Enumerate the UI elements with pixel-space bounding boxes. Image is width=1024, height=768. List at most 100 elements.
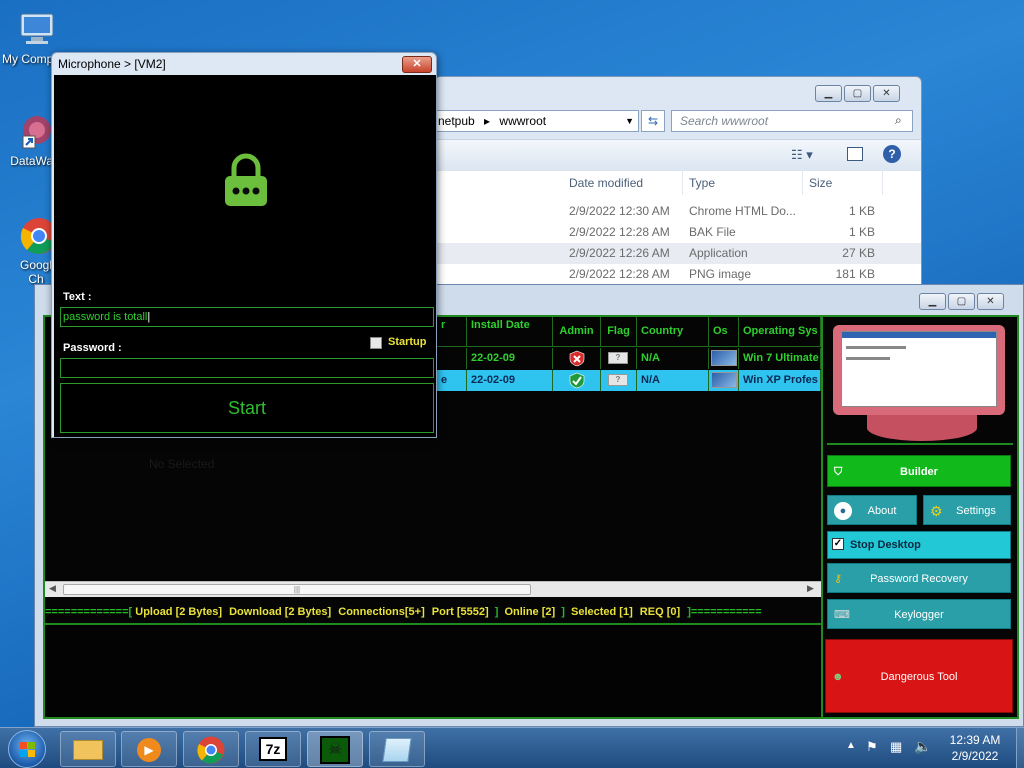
close-button[interactable]: ✕ — [402, 56, 432, 73]
chevron-down-icon[interactable]: ▼ — [625, 111, 634, 131]
network-icon[interactable]: ▦ — [890, 739, 902, 755]
column-header[interactable]: r — [437, 317, 467, 347]
file-type: BAK File — [689, 225, 736, 239]
button-label: Password Recovery — [870, 573, 968, 585]
button-label: Keylogger — [894, 609, 944, 621]
status-separator: =============[ — [45, 606, 133, 618]
startup-checkbox[interactable] — [370, 337, 382, 349]
search-icon[interactable]: ⌕ — [895, 113, 902, 128]
close-button[interactable]: ✕ — [977, 293, 1004, 310]
column-header[interactable]: Operating Sys — [739, 317, 821, 347]
column-header[interactable]: Country — [637, 317, 709, 347]
microphone-body: Text : password is totall| Startup Passw… — [54, 75, 436, 437]
file-size: 181 KB — [835, 267, 875, 281]
status-upload: Upload [2 Bytes] — [135, 606, 223, 618]
settings-button[interactable]: ⚙ Settings — [923, 495, 1011, 525]
maximize-button[interactable]: ▢ — [948, 293, 975, 310]
stop-desktop-checkbox[interactable]: ✓ Stop Desktop — [827, 531, 1011, 559]
row-cell — [437, 348, 467, 369]
clock[interactable]: 12:39 AM 2/9/2022 — [940, 733, 1010, 763]
file-row[interactable]: 2/9/2022 12:30 AM Chrome HTML Do... 1 KB — [435, 201, 921, 222]
flag-icon: ? — [601, 348, 637, 369]
status-bar: =============[ Upload [2 Bytes] Download… — [45, 603, 821, 621]
text-label: Text : — [63, 291, 92, 303]
refresh-icon[interactable]: ⇆ — [641, 110, 665, 132]
row-cell: e — [437, 370, 467, 391]
file-date: 2/9/2022 12:30 AM — [569, 204, 670, 218]
taskbar-7zip[interactable]: 7z — [245, 731, 301, 767]
start-button[interactable] — [8, 730, 46, 768]
button-label: Dangerous Tool — [880, 671, 958, 683]
desktop-icon-label: Googl Ch — [19, 258, 53, 286]
scroll-right-icon[interactable]: ▶ — [807, 583, 814, 594]
column-header[interactable]: Os — [709, 317, 739, 347]
taskbar-media-player[interactable]: ▶ — [121, 731, 177, 767]
column-header[interactable]: Size — [803, 171, 883, 195]
password-input[interactable] — [60, 358, 434, 378]
microphone-window: Microphone > [VM2] ✕ Text : password is … — [51, 52, 437, 438]
password-recovery-button[interactable]: ⚷ Password Recovery — [827, 563, 1011, 593]
show-desktop-button[interactable] — [1016, 728, 1024, 768]
taskbar-rat[interactable]: ☠ — [307, 731, 363, 767]
address-segment[interactable]: netpub — [438, 114, 475, 128]
clock-date: 2/9/2022 — [951, 749, 999, 763]
file-type: Chrome HTML Do... — [689, 204, 796, 218]
taskbar-chrome[interactable] — [183, 731, 239, 767]
file-date: 2/9/2022 12:28 AM — [569, 225, 670, 239]
os-screen-icon — [709, 370, 739, 391]
preview-pane-icon[interactable] — [847, 147, 863, 161]
column-header[interactable]: Flag — [601, 317, 637, 347]
status-online: Online [2] — [504, 606, 556, 618]
keylogger-button[interactable]: ⌨ Keylogger — [827, 599, 1011, 629]
show-hidden-icons[interactable]: ▲ — [846, 740, 856, 751]
gear-icon: ⚙ — [930, 503, 943, 519]
operating-system: Win 7 Ultimate — [739, 348, 821, 369]
about-button[interactable]: ● About — [827, 495, 917, 525]
help-icon[interactable]: ? — [883, 145, 901, 163]
password-label: Password : — [63, 342, 122, 354]
column-header[interactable]: Install Date — [467, 317, 553, 347]
client-row-selected[interactable]: e 22-02-09 ? N/A Win XP Profes — [437, 370, 821, 391]
minimize-button[interactable]: ▁ — [815, 85, 842, 102]
scrollbar-thumb[interactable]: ||| — [63, 584, 531, 595]
file-type: PNG image — [689, 267, 752, 281]
minimize-button[interactable]: ▁ — [919, 293, 946, 310]
file-row[interactable]: 2/9/2022 12:26 AM Application 27 KB — [435, 243, 921, 264]
address-segment[interactable]: wwwroot — [499, 114, 546, 128]
button-label: Settings — [956, 505, 996, 517]
file-row[interactable]: 2/9/2022 12:28 AM BAK File 1 KB — [435, 222, 921, 243]
taskbar-explorer[interactable] — [60, 731, 116, 767]
view-options-icon[interactable]: ☷ ▾ — [791, 147, 813, 163]
address-bar[interactable]: netpub ▸ wwwroot ▼ — [435, 110, 639, 132]
clock-time: 12:39 AM — [949, 733, 1001, 747]
right-panel: ⛉ Builder ● About ⚙ Settings ✓ Stop Desk… — [821, 317, 1017, 717]
start-button[interactable]: Start — [60, 383, 434, 433]
taskbar-notepad[interactable] — [369, 731, 425, 767]
column-header[interactable]: Type — [683, 171, 803, 195]
horizontal-scrollbar[interactable]: ◀ ||| ▶ — [45, 581, 821, 597]
file-size: 27 KB — [842, 246, 875, 260]
admin-yes-icon — [553, 370, 601, 391]
maximize-button[interactable]: ▢ — [844, 85, 871, 102]
checkbox-icon[interactable]: ✓ — [832, 538, 844, 550]
text-input[interactable]: password is totall| — [60, 307, 434, 327]
scroll-left-icon[interactable]: ◀ — [49, 583, 56, 594]
volume-icon[interactable]: 🔈 — [914, 738, 931, 755]
status-req: REQ [0] — [639, 606, 681, 618]
column-header[interactable]: Date modified — [563, 171, 683, 195]
file-type: Application — [689, 246, 748, 260]
dangerous-tool-button[interactable]: ☻ Dangerous Tool — [825, 639, 1013, 713]
builder-button[interactable]: ⛉ Builder — [827, 455, 1011, 487]
desktop-preview[interactable] — [827, 321, 1013, 445]
file-size: 1 KB — [848, 225, 875, 239]
log-panel — [45, 623, 821, 717]
search-input[interactable]: Search wwwroot — [671, 110, 913, 132]
file-row[interactable]: 2/9/2022 12:28 AM PNG image 181 KB — [435, 264, 921, 285]
close-button[interactable]: ✕ — [873, 85, 900, 102]
operating-system: Win XP Profes — [739, 370, 821, 391]
action-center-icon[interactable]: ⚑ — [866, 739, 878, 755]
column-header[interactable]: Admin — [553, 317, 601, 347]
7zip-icon: 7z — [259, 737, 287, 761]
flag-icon: ? — [601, 370, 637, 391]
country: N/A — [637, 348, 709, 369]
